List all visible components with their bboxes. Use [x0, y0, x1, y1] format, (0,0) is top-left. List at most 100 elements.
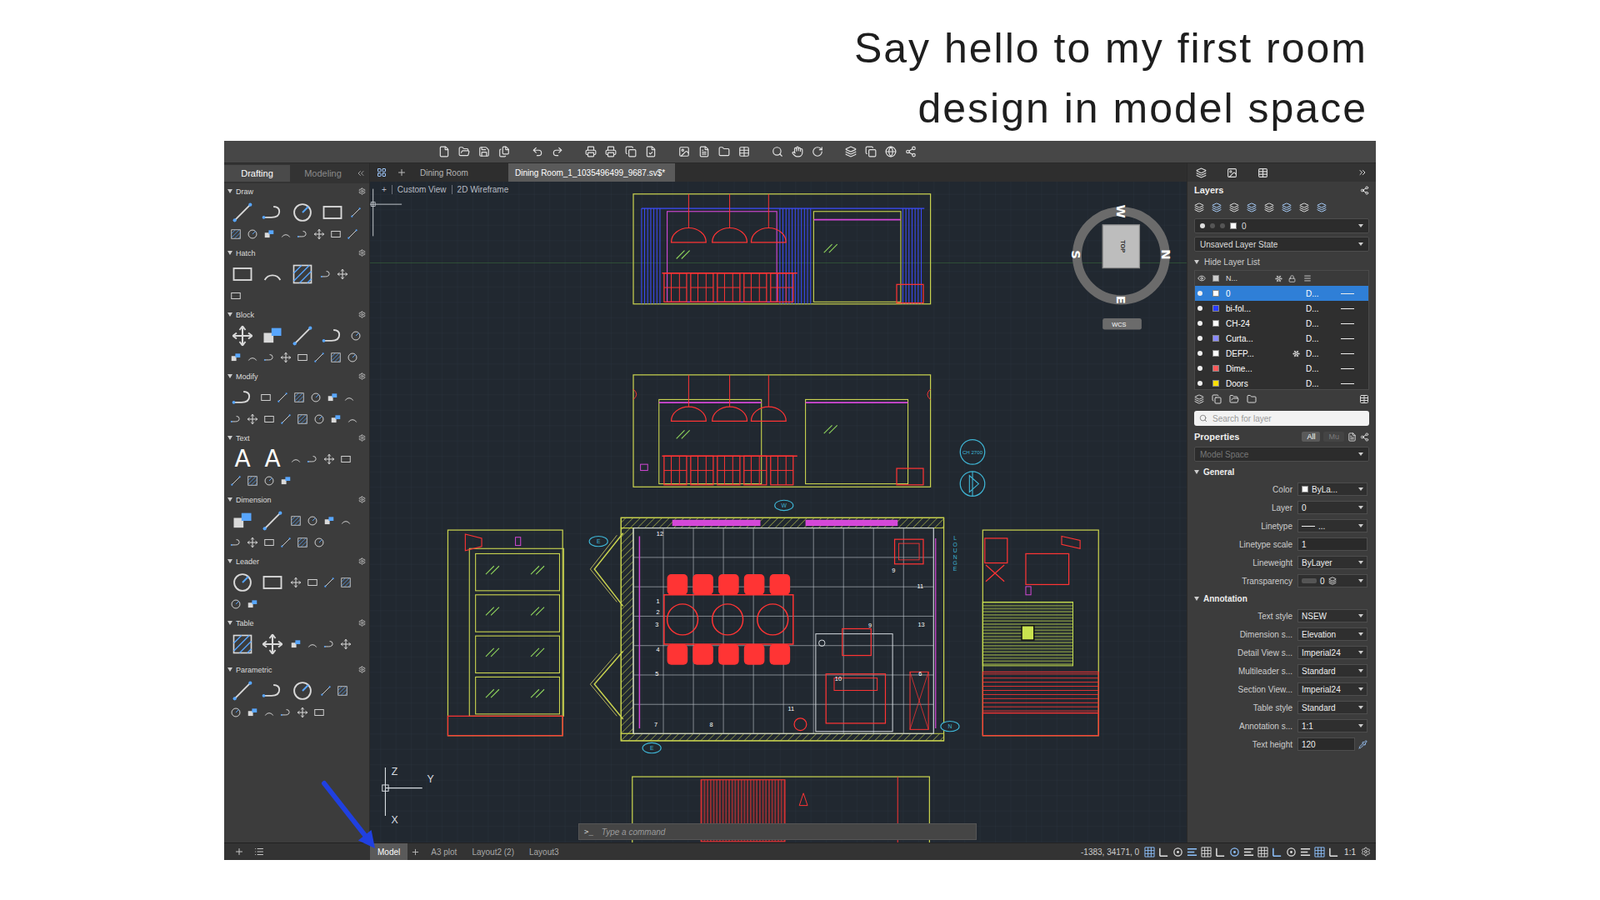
workspace-tab[interactable]: Drafting [224, 165, 290, 182]
property-dropdown[interactable]: Standard [1297, 664, 1368, 678]
small-tool-button[interactable] [339, 514, 353, 528]
collapse-icon[interactable] [355, 168, 366, 179]
gear-icon[interactable] [358, 249, 366, 257]
duplicate-layer-icon[interactable] [1211, 394, 1222, 405]
layer-tool-icon[interactable] [1281, 202, 1292, 213]
layer-tool-icon[interactable] [1194, 202, 1205, 213]
layer-tool-icon[interactable] [1264, 202, 1275, 213]
zoom-icon[interactable] [771, 145, 784, 158]
tool-button[interactable] [229, 260, 256, 288]
gear-icon[interactable] [358, 495, 366, 504]
layer-tool-icon[interactable] [1316, 202, 1327, 213]
small-tool-button[interactable] [312, 535, 326, 550]
elevation-marker[interactable] [960, 471, 985, 497]
tool-button[interactable] [229, 677, 256, 705]
palette-list-icon[interactable] [254, 846, 265, 857]
tool-button[interactable] [289, 260, 316, 288]
tool-button[interactable] [259, 677, 286, 705]
layer-row[interactable]: bi-fol...D... [1195, 300, 1369, 316]
dropdown-caret-icon[interactable] [1358, 242, 1364, 246]
small-tool-button[interactable] [305, 575, 320, 590]
small-tool-button[interactable] [295, 227, 310, 241]
small-tool-button[interactable] [312, 412, 326, 426]
layer-on-icon[interactable] [1197, 290, 1203, 296]
frozen-icon[interactable] [1292, 350, 1300, 358]
layer-row[interactable]: Dime...D... [1195, 360, 1369, 376]
expand-caret-icon[interactable] [227, 497, 233, 502]
dropdown-caret-icon[interactable] [1358, 614, 1364, 618]
layer-color-swatch[interactable] [1212, 350, 1220, 357]
layout-tab[interactable]: A3 plot [423, 843, 465, 860]
gear-icon[interactable] [358, 619, 366, 627]
property-section-header[interactable]: General [1187, 463, 1376, 480]
layout-tab[interactable]: Layout3 [521, 843, 567, 860]
small-tool-button[interactable] [309, 390, 323, 405]
expand-caret-icon[interactable] [1194, 470, 1200, 475]
undock-icon[interactable] [1360, 432, 1370, 442]
tool-button[interactable] [259, 507, 286, 535]
small-tool-button[interactable] [339, 452, 353, 466]
small-tool-button[interactable] [279, 412, 293, 426]
property-dropdown[interactable]: ByLayer [1297, 555, 1368, 570]
property-dropdown[interactable]: Imperial24 [1297, 645, 1368, 660]
layer-color-swatch[interactable] [1212, 305, 1220, 312]
tool-section-header[interactable]: Dimension [227, 493, 366, 506]
folder-icon[interactable] [718, 145, 730, 158]
property-dropdown[interactable]: 1:1 [1297, 719, 1368, 733]
gear-icon[interactable] [358, 310, 366, 319]
new-tab-icon[interactable] [396, 167, 407, 178]
image-icon[interactable] [678, 145, 690, 158]
expand-icon[interactable] [1357, 167, 1368, 178]
viewport-control[interactable]: 2D Wireframe [451, 185, 515, 195]
status-toggle-icon[interactable] [1158, 846, 1170, 858]
viewport-control[interactable]: + [376, 185, 392, 195]
floor-plan[interactable] [590, 517, 944, 741]
cad-model-space[interactable]: WENECH 2700LOUNGE12123457811109911136TOP… [370, 181, 1187, 843]
layer-color-swatch[interactable] [1212, 335, 1220, 342]
small-tool-button[interactable] [279, 227, 293, 241]
pan-icon[interactable] [791, 145, 804, 158]
tool-button[interactable] [319, 322, 346, 350]
section-callout[interactable]: N [940, 720, 960, 731]
layout-tab[interactable]: Model [370, 843, 408, 860]
small-tool-button[interactable] [312, 705, 326, 720]
small-tool-button[interactable] [229, 289, 243, 303]
dropdown-caret-icon[interactable] [1358, 505, 1364, 510]
dropdown-caret-icon[interactable] [1358, 705, 1364, 710]
tool-button[interactable] [289, 199, 316, 226]
expand-caret-icon[interactable] [227, 559, 233, 564]
command-prompt[interactable]: >_ [584, 827, 594, 836]
dropdown-caret-icon[interactable] [1358, 650, 1364, 655]
small-tool-button[interactable] [245, 535, 260, 550]
dropdown-caret-icon[interactable] [1358, 687, 1364, 691]
small-tool-button[interactable] [322, 452, 336, 466]
small-tool-button[interactable] [245, 227, 260, 241]
small-tool-button[interactable] [335, 684, 350, 698]
small-tool-button[interactable] [229, 705, 243, 720]
small-tool-button[interactable] [322, 575, 336, 590]
small-tool-button[interactable] [322, 514, 336, 528]
small-tool-button[interactable] [229, 350, 243, 365]
tool-button[interactable] [229, 569, 256, 596]
expand-caret-icon[interactable] [227, 189, 233, 194]
layer-on-icon[interactable] [1197, 320, 1203, 326]
small-tool-button[interactable] [295, 705, 310, 720]
elevation-north[interactable] [633, 194, 931, 305]
columns-icon[interactable] [1359, 394, 1370, 405]
layer-list-toggle[interactable]: Hide Layer List [1187, 253, 1376, 270]
tool-button[interactable] [259, 630, 286, 658]
text-tool-button[interactable]: A [229, 445, 256, 473]
small-tool-button[interactable] [319, 684, 333, 698]
small-tool-button[interactable] [329, 412, 343, 426]
add-layout-icon[interactable] [410, 847, 420, 857]
blocks-tab-icon[interactable] [1226, 167, 1238, 179]
tool-section-header[interactable]: Text [227, 431, 366, 445]
layer-row[interactable]: 0D... [1195, 285, 1369, 301]
property-input[interactable]: 1 [1297, 537, 1368, 551]
tool-button[interactable] [229, 384, 256, 411]
small-tool-button[interactable] [312, 350, 326, 365]
tool-button[interactable] [259, 199, 286, 226]
small-tool-button[interactable] [262, 474, 276, 488]
property-dropdown[interactable]: Imperial24 [1297, 682, 1368, 696]
filter-toggle[interactable]: All [1301, 431, 1320, 442]
